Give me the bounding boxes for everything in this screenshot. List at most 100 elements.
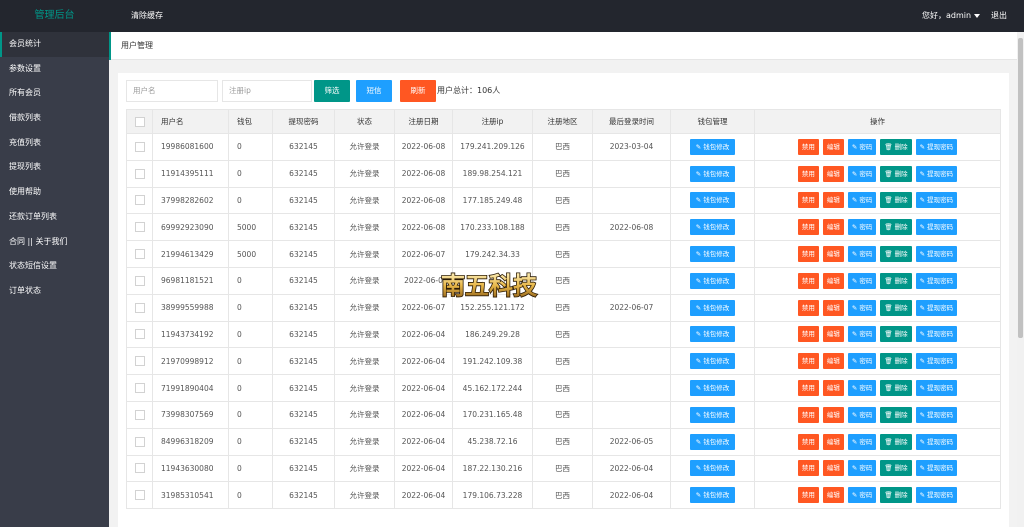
edit-button[interactable]: 编辑 — [822, 219, 844, 236]
password-button[interactable]: ✎ 密码 — [847, 487, 877, 504]
user-menu[interactable]: 您好，admin — [922, 0, 981, 32]
disable-button[interactable]: 禁用 — [797, 165, 819, 182]
edit-button[interactable]: 编辑 — [822, 272, 844, 289]
delete-button[interactable]: 🗑 删除 — [880, 165, 912, 182]
sidebar-item-contract-about[interactable]: 合同 || 关于我们 — [0, 230, 109, 255]
row-checkbox[interactable] — [134, 302, 145, 313]
wallet-edit-button[interactable]: ✎ 钱包修改 — [689, 406, 736, 423]
refresh-button[interactable]: 刷新 — [400, 80, 436, 102]
withdraw-password-button[interactable]: ✎ 提现密码 — [915, 299, 958, 316]
sidebar-item-help[interactable]: 使用帮助 — [0, 180, 109, 205]
withdraw-password-button[interactable]: ✎ 提现密码 — [915, 138, 958, 155]
delete-button[interactable]: 🗑 删除 — [880, 272, 912, 289]
logout-link[interactable]: 退出 — [991, 0, 1007, 32]
password-button[interactable]: ✎ 密码 — [847, 138, 877, 155]
sidebar-item-member-stats[interactable]: 会员统计 — [0, 32, 109, 57]
wallet-edit-button[interactable]: ✎ 钱包修改 — [689, 138, 736, 155]
withdraw-password-button[interactable]: ✎ 提现密码 — [915, 487, 958, 504]
delete-button[interactable]: 🗑 删除 — [880, 219, 912, 236]
password-button[interactable]: ✎ 密码 — [847, 433, 877, 450]
scrollbar-thumb[interactable] — [1018, 38, 1023, 338]
withdraw-password-button[interactable]: ✎ 提现密码 — [915, 433, 958, 450]
edit-button[interactable]: 编辑 — [822, 353, 844, 370]
edit-button[interactable]: 编辑 — [822, 460, 844, 477]
withdraw-password-button[interactable]: ✎ 提现密码 — [915, 219, 958, 236]
withdraw-password-button[interactable]: ✎ 提现密码 — [915, 460, 958, 477]
select-all-checkbox[interactable] — [134, 116, 145, 127]
withdraw-password-button[interactable]: ✎ 提现密码 — [915, 353, 958, 370]
delete-button[interactable]: 🗑 删除 — [880, 433, 912, 450]
delete-button[interactable]: 🗑 删除 — [880, 192, 912, 209]
wallet-edit-button[interactable]: ✎ 钱包修改 — [689, 460, 736, 477]
sidebar-item-withdraw[interactable]: 提现列表 — [0, 155, 109, 180]
sidebar-item-recharge[interactable]: 充值列表 — [0, 131, 109, 156]
delete-button[interactable]: 🗑 删除 — [880, 406, 912, 423]
edit-button[interactable]: 编辑 — [822, 299, 844, 316]
withdraw-password-button[interactable]: ✎ 提现密码 — [915, 165, 958, 182]
wallet-edit-button[interactable]: ✎ 钱包修改 — [689, 246, 736, 263]
password-button[interactable]: ✎ 密码 — [847, 192, 877, 209]
wallet-edit-button[interactable]: ✎ 钱包修改 — [689, 433, 736, 450]
row-checkbox[interactable] — [134, 329, 145, 340]
password-button[interactable]: ✎ 密码 — [847, 299, 877, 316]
disable-button[interactable]: 禁用 — [797, 326, 819, 343]
delete-button[interactable]: 🗑 删除 — [880, 246, 912, 263]
sidebar-item-order-status[interactable]: 订单状态 — [0, 279, 109, 304]
disable-button[interactable]: 禁用 — [797, 433, 819, 450]
page-scrollbar[interactable] — [1017, 32, 1024, 527]
wallet-edit-button[interactable]: ✎ 钱包修改 — [689, 219, 736, 236]
brand-title[interactable]: 管理后台 — [0, 0, 109, 32]
withdraw-password-button[interactable]: ✎ 提现密码 — [915, 406, 958, 423]
edit-button[interactable]: 编辑 — [822, 406, 844, 423]
wallet-edit-button[interactable]: ✎ 钱包修改 — [689, 487, 736, 504]
withdraw-password-button[interactable]: ✎ 提现密码 — [915, 272, 958, 289]
password-button[interactable]: ✎ 密码 — [847, 406, 877, 423]
wallet-edit-button[interactable]: ✎ 钱包修改 — [689, 272, 736, 289]
sms-button[interactable]: 短信 — [356, 80, 392, 102]
disable-button[interactable]: 禁用 — [797, 272, 819, 289]
password-button[interactable]: ✎ 密码 — [847, 353, 877, 370]
disable-button[interactable]: 禁用 — [797, 299, 819, 316]
disable-button[interactable]: 禁用 — [797, 246, 819, 263]
row-checkbox[interactable] — [134, 409, 145, 420]
wallet-edit-button[interactable]: ✎ 钱包修改 — [689, 299, 736, 316]
disable-button[interactable]: 禁用 — [797, 460, 819, 477]
password-button[interactable]: ✎ 密码 — [847, 219, 877, 236]
row-checkbox[interactable] — [134, 463, 145, 474]
row-checkbox[interactable] — [134, 195, 145, 206]
password-button[interactable]: ✎ 密码 — [847, 272, 877, 289]
edit-button[interactable]: 编辑 — [822, 380, 844, 397]
delete-button[interactable]: 🗑 删除 — [880, 326, 912, 343]
password-button[interactable]: ✎ 密码 — [847, 165, 877, 182]
row-checkbox[interactable] — [134, 383, 145, 394]
row-checkbox[interactable] — [134, 356, 145, 367]
row-checkbox[interactable] — [134, 168, 145, 179]
delete-button[interactable]: 🗑 删除 — [880, 460, 912, 477]
wallet-edit-button[interactable]: ✎ 钱包修改 — [689, 326, 736, 343]
delete-button[interactable]: 🗑 删除 — [880, 380, 912, 397]
edit-button[interactable]: 编辑 — [822, 326, 844, 343]
withdraw-password-button[interactable]: ✎ 提现密码 — [915, 380, 958, 397]
sidebar-item-repayment[interactable]: 还款订单列表 — [0, 205, 109, 230]
delete-button[interactable]: 🗑 删除 — [880, 138, 912, 155]
delete-button[interactable]: 🗑 删除 — [880, 487, 912, 504]
edit-button[interactable]: 编辑 — [822, 433, 844, 450]
password-button[interactable]: ✎ 密码 — [847, 460, 877, 477]
withdraw-password-button[interactable]: ✎ 提现密码 — [915, 192, 958, 209]
disable-button[interactable]: 禁用 — [797, 406, 819, 423]
withdraw-password-button[interactable]: ✎ 提现密码 — [915, 326, 958, 343]
edit-button[interactable]: 编辑 — [822, 165, 844, 182]
disable-button[interactable]: 禁用 — [797, 219, 819, 236]
sidebar-item-loans[interactable]: 借款列表 — [0, 106, 109, 131]
sidebar-item-all-members[interactable]: 所有会员 — [0, 81, 109, 106]
disable-button[interactable]: 禁用 — [797, 192, 819, 209]
withdraw-password-button[interactable]: ✎ 提现密码 — [915, 246, 958, 263]
username-input[interactable]: 用户名 — [126, 80, 218, 102]
edit-button[interactable]: 编辑 — [822, 192, 844, 209]
disable-button[interactable]: 禁用 — [797, 138, 819, 155]
disable-button[interactable]: 禁用 — [797, 380, 819, 397]
wallet-edit-button[interactable]: ✎ 钱包修改 — [689, 353, 736, 370]
disable-button[interactable]: 禁用 — [797, 487, 819, 504]
row-checkbox[interactable] — [134, 490, 145, 501]
password-button[interactable]: ✎ 密码 — [847, 246, 877, 263]
